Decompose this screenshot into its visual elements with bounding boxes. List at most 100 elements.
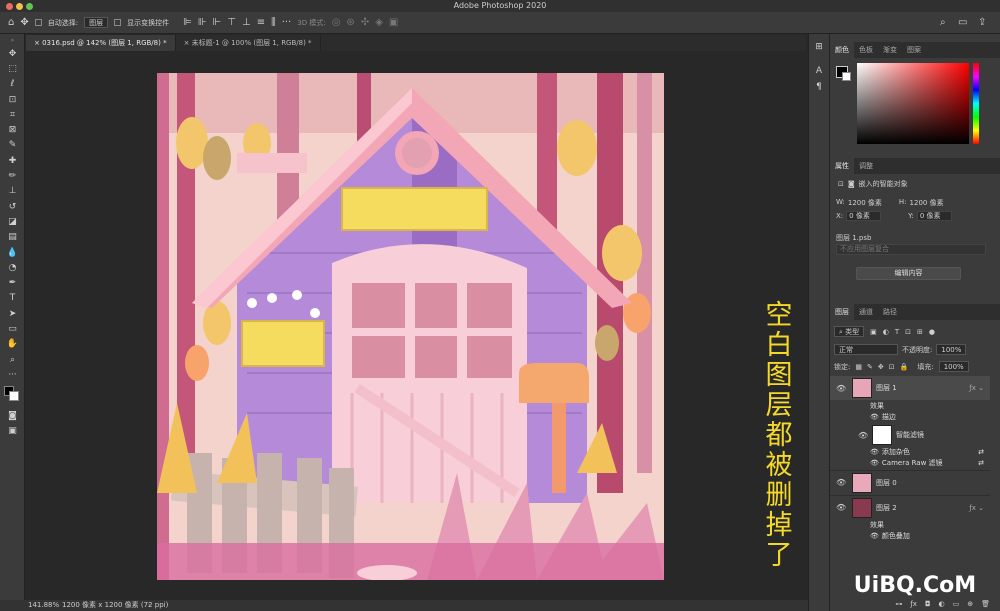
align-top-icon[interactable]: ⊤ xyxy=(227,17,236,28)
pen-tool-icon[interactable]: ✒ xyxy=(0,275,25,290)
smart-filters-row[interactable]: 👁 智能滤镜 xyxy=(830,424,990,446)
toolbar-collapse-icon[interactable]: » xyxy=(0,34,25,46)
eyedropper-tool-icon[interactable]: ✎ xyxy=(0,138,25,153)
history-panel-icon[interactable]: ⊞ xyxy=(809,42,829,52)
more-options-icon[interactable]: ··· xyxy=(282,17,292,28)
layer-name[interactable]: 图层 2 xyxy=(876,503,897,513)
tab-paths[interactable]: 路径 xyxy=(878,304,902,320)
hue-slider[interactable] xyxy=(973,63,979,144)
character-panel-icon[interactable]: A xyxy=(809,66,829,76)
background-color-chip[interactable] xyxy=(842,72,851,81)
tab-layers[interactable]: 图层 xyxy=(830,304,854,320)
history-brush-tool-icon[interactable]: ↺ xyxy=(0,199,25,214)
screen-mode-icon[interactable]: ▣ xyxy=(0,424,25,439)
document-tab-0316[interactable]: × 0316.psd @ 142% (图层 1, RGB/8) * xyxy=(26,35,176,51)
distribute-vertical-icon[interactable]: ⫼ xyxy=(271,17,276,28)
layer-comp-select[interactable]: 不应用图层复合 xyxy=(836,244,986,255)
effect-eye-icon[interactable]: 👁 xyxy=(870,532,879,540)
move-tool-icon[interactable]: ✥ xyxy=(20,17,28,28)
visibility-eye-icon[interactable]: 👁 xyxy=(836,384,846,393)
effect-color-overlay-row[interactable]: 👁 颜色叠加 xyxy=(830,530,990,541)
smart-filter-noise-row[interactable]: 👁 添加杂色 ⇄ xyxy=(830,446,990,457)
align-middle-icon[interactable]: ⊥ xyxy=(242,17,251,28)
move-tool-icon[interactable]: ✥ xyxy=(0,46,25,61)
healing-brush-tool-icon[interactable]: ✚ xyxy=(0,153,25,168)
tab-gradients[interactable]: 渐变 xyxy=(878,42,902,58)
marquee-tool-icon[interactable]: ⬚ xyxy=(0,61,25,76)
document-tab-untitled[interactable]: × 未标题-1 @ 100% (图层 1, RGB/8) * xyxy=(176,35,321,51)
dodge-tool-icon[interactable]: ◔ xyxy=(0,260,25,275)
shape-tool-icon[interactable]: ▭ xyxy=(0,321,25,336)
filter-adjustment-icon[interactable]: ◐ xyxy=(883,328,889,336)
zoom-level[interactable]: 141.88% xyxy=(28,600,59,611)
filter-options-icon[interactable]: ⇄ xyxy=(978,448,984,456)
background-color-swatch[interactable] xyxy=(9,390,19,401)
slide-3d-icon[interactable]: ◈ xyxy=(375,17,383,28)
blur-tool-icon[interactable]: 💧 xyxy=(0,245,25,260)
layer-row-2[interactable]: 👁 图层 2 ƒx ⌄ xyxy=(830,495,990,519)
status-menu-icon[interactable]: › xyxy=(148,600,151,611)
workspace-icon[interactable]: ▭ xyxy=(958,17,967,28)
edit-contents-button[interactable]: 编辑内容 xyxy=(856,267,961,280)
tab-swatches[interactable]: 色板 xyxy=(854,42,878,58)
document-canvas[interactable] xyxy=(157,73,664,580)
fill-input[interactable]: 100% xyxy=(938,361,969,372)
show-transform-checkbox[interactable] xyxy=(114,19,122,26)
zoom-window-icon[interactable] xyxy=(26,3,33,10)
frame-tool-icon[interactable]: ⊠ xyxy=(0,122,25,137)
layer-name[interactable]: 图层 0 xyxy=(876,478,897,488)
filter-options-icon[interactable]: ⇄ xyxy=(978,459,984,467)
layer-row-0[interactable]: 👁 图层 0 xyxy=(830,470,990,494)
filter-type-icon[interactable]: T xyxy=(895,328,899,336)
lock-position-icon[interactable]: ✥ xyxy=(878,363,884,371)
crop-tool-icon[interactable]: ⌗ xyxy=(0,107,25,122)
align-right-icon[interactable]: ⊩ xyxy=(213,17,222,28)
tab-color[interactable]: 颜色 xyxy=(830,42,854,58)
y-input[interactable]: 0 像素 xyxy=(916,211,952,221)
smart-filter-eye-icon[interactable]: 👁 xyxy=(858,431,868,440)
zoom-tool-icon[interactable]: ⌕ xyxy=(0,352,25,367)
lock-artboard-icon[interactable]: ⊡ xyxy=(889,363,895,371)
align-left-icon[interactable]: ⊫ xyxy=(183,17,192,28)
layer-fx-icon[interactable]: ƒx ⌄ xyxy=(969,504,984,512)
minimize-window-icon[interactable] xyxy=(16,3,23,10)
blend-mode-select[interactable]: 正常 xyxy=(834,344,898,355)
color-picker-field[interactable] xyxy=(857,63,969,144)
pan-3d-icon[interactable]: ✣ xyxy=(361,17,369,28)
auto-select-checkbox[interactable] xyxy=(34,19,42,26)
tab-patterns[interactable]: 图案 xyxy=(902,42,926,58)
layer-fx-icon[interactable]: ƒx ⌄ xyxy=(969,384,984,392)
roll-3d-icon[interactable]: ⊛ xyxy=(346,17,354,28)
scale-3d-icon[interactable]: ▣ xyxy=(389,17,398,28)
orbit-3d-icon[interactable]: ◎ xyxy=(332,17,341,28)
hand-tool-icon[interactable]: ✋ xyxy=(0,337,25,352)
home-icon[interactable]: ⌂ xyxy=(8,17,14,28)
filter-eye-icon[interactable]: 👁 xyxy=(870,459,879,467)
tab-adjustments[interactable]: 调整 xyxy=(854,158,878,174)
auto-select-dropdown[interactable]: 图层 xyxy=(84,17,109,28)
gradient-tool-icon[interactable]: ▤ xyxy=(0,230,25,245)
layer-name[interactable]: 图层 1 xyxy=(876,383,897,393)
effect-stroke-row[interactable]: 👁 描边 xyxy=(830,411,990,422)
layer-filter-select[interactable]: ⌕ 类型 xyxy=(834,326,865,337)
brush-tool-icon[interactable]: ✏ xyxy=(0,168,25,183)
filter-smart-icon[interactable]: ⊞ xyxy=(917,328,923,336)
type-tool-icon[interactable]: T xyxy=(0,291,25,306)
tab-channels[interactable]: 通道 xyxy=(854,304,878,320)
smart-filter-cameraraw-row[interactable]: 👁 Camera Raw 滤镜 ⇄ xyxy=(830,457,990,468)
opacity-input[interactable]: 100% xyxy=(936,344,967,355)
lock-all-icon[interactable]: 🔒 xyxy=(900,363,909,371)
close-window-icon[interactable] xyxy=(6,3,13,10)
lasso-tool-icon[interactable]: ℓ xyxy=(0,77,25,92)
filter-shape-icon[interactable]: ⊡ xyxy=(905,328,911,336)
layer-row-1[interactable]: 👁 图层 1 ƒx ⌄ xyxy=(830,376,990,400)
path-selection-tool-icon[interactable]: ➤ xyxy=(0,306,25,321)
height-value[interactable]: 1200 像素 xyxy=(910,198,944,208)
clone-stamp-tool-icon[interactable]: ⊥ xyxy=(0,184,25,199)
quick-mask-icon[interactable]: ◙ xyxy=(0,409,25,424)
width-value[interactable]: 1200 像素 xyxy=(848,198,882,208)
filter-pixel-icon[interactable]: ▣ xyxy=(870,328,877,336)
filter-toggle-icon[interactable]: ● xyxy=(929,328,935,336)
x-input[interactable]: 0 像素 xyxy=(846,211,882,221)
visibility-eye-icon[interactable]: 👁 xyxy=(836,503,846,512)
